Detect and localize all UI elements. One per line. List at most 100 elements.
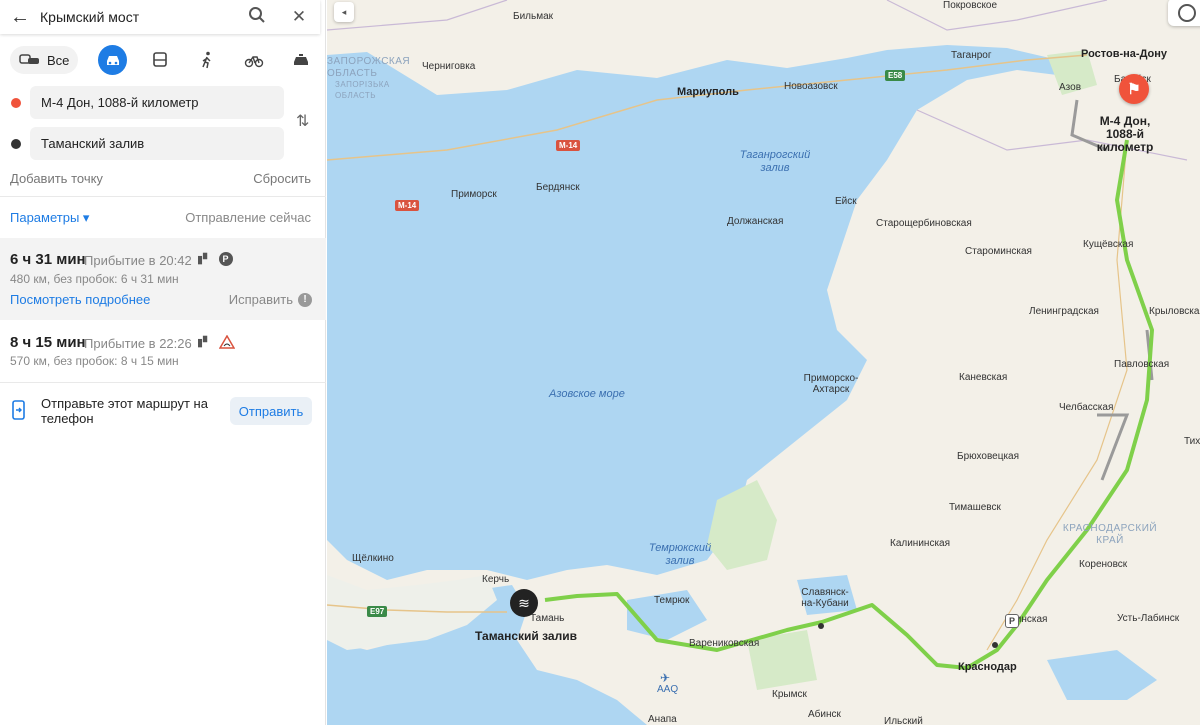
map-label: Приморско-Ахтарск xyxy=(803,373,859,395)
map-canvas[interactable]: ◂ Бильмак Покровское ЗАПОРОЖСКАЯ ОБЛАСТЬ… xyxy=(327,0,1200,725)
mode-bike-button[interactable] xyxy=(239,45,268,75)
divider xyxy=(0,196,326,197)
map-label: Варениковская xyxy=(689,638,760,649)
search-icon[interactable] xyxy=(236,6,278,29)
view-details-link[interactable]: Посмотреть подробнее xyxy=(10,292,150,307)
map-label: Ильский xyxy=(884,716,923,725)
route-point xyxy=(992,642,998,648)
region-label: ЗАПОРІЗЬКА ОБЛАСТЬ xyxy=(335,80,390,100)
transport-modes: Все xyxy=(10,45,315,75)
map-label: Ростов-на-Дону xyxy=(1081,48,1168,60)
swap-points-icon[interactable]: ⇅ xyxy=(296,111,309,131)
map-label: Ленинградская xyxy=(1029,306,1099,317)
reset-link[interactable]: Сбросить xyxy=(253,171,311,186)
mode-car-button[interactable] xyxy=(98,45,128,75)
map-label: Абинск xyxy=(808,709,841,720)
route-duration: 8 ч 15 мин xyxy=(10,334,86,351)
parking-map-icon[interactable]: P xyxy=(1005,614,1019,628)
map-label: Крымск xyxy=(772,689,807,700)
map-label: Крыловская xyxy=(1149,306,1200,317)
search-input[interactable]: Крымский мост xyxy=(40,9,236,25)
road-shield: M-14 xyxy=(556,140,581,151)
water-label: Азовское море xyxy=(549,388,625,400)
map-label: Каневская xyxy=(959,372,1008,383)
map-label: Челбасская xyxy=(1059,402,1114,413)
route-duration: 6 ч 31 мин xyxy=(10,251,86,268)
send-to-phone-text: Отправьте этот маршрут на телефон xyxy=(41,396,208,426)
mode-walk-button[interactable] xyxy=(192,45,221,75)
map-label: Приморск xyxy=(451,189,497,200)
pedestrian-icon xyxy=(202,51,211,69)
route-arrival: Прибытие в 20:42 xyxy=(84,253,192,268)
phone-icon xyxy=(12,400,25,420)
map-label: Кореновск xyxy=(1079,559,1128,570)
route-icons: ▮▘ xyxy=(197,335,235,349)
region-label: КРАСНОДАРСКИЙ КРАЙ xyxy=(1062,523,1158,546)
send-button[interactable]: Отправить xyxy=(230,397,312,425)
send-to-phone-row: Отправьте этот маршрут на телефон Отправ… xyxy=(0,394,326,430)
map-label: Бердянск xyxy=(536,182,580,193)
airport-icon[interactable]: ✈ xyxy=(660,671,670,685)
destination-bay-pin-icon[interactable]: ≋ xyxy=(510,589,538,617)
report-issue-label: Исправить xyxy=(228,292,293,307)
road-shield: E58 xyxy=(885,70,906,81)
search-bar: ← Крымский мост ✕ xyxy=(0,0,320,34)
route-point xyxy=(818,623,824,629)
map-label: Кущёвская xyxy=(1083,239,1134,250)
departure-time[interactable]: Отправление сейчас xyxy=(185,210,311,225)
bicycle-icon xyxy=(244,56,263,68)
end-dot-icon xyxy=(11,139,21,149)
exclamation-icon: ! xyxy=(298,292,312,307)
warning-road-icon xyxy=(218,335,235,349)
map-label: Калининская xyxy=(890,538,951,549)
map-label-origin: М-4 Дон, 1088-й километр xyxy=(1096,114,1154,154)
map-label: Анапа xyxy=(648,714,677,725)
map-label: Мариуполь xyxy=(677,86,739,98)
map-label: Тамань xyxy=(530,613,565,624)
collapse-panel-button[interactable]: ◂ xyxy=(334,2,354,22)
add-point-link[interactable]: Добавить точку xyxy=(10,171,103,186)
toll-gate-icon: ▮▘ xyxy=(197,253,212,266)
region-border xyxy=(327,0,508,31)
map-label: Старощербиновская xyxy=(876,218,972,229)
origin-pin-icon[interactable]: ⚑ xyxy=(1119,74,1149,104)
map-label: Брюховецкая xyxy=(957,451,1020,462)
bus-icon xyxy=(152,52,167,67)
route-option-2[interactable]: 8 ч 15 мин Прибытие в 22:26 ▮▘ 570 км, б… xyxy=(0,320,326,382)
params-dropdown[interactable]: Параметры ▾ xyxy=(10,210,89,226)
back-arrow-icon[interactable]: ← xyxy=(0,6,40,29)
route-details: 570 км, без пробок: 8 ч 15 мин xyxy=(10,354,179,368)
to-field[interactable]: Таманский залив xyxy=(30,127,284,160)
mode-bus-button[interactable] xyxy=(145,45,174,75)
map-label: Усть-Лабинск xyxy=(1117,613,1180,624)
airport-code: AAQ xyxy=(657,684,679,695)
mode-taxi-button[interactable] xyxy=(286,45,315,75)
from-field[interactable]: М-4 Дон, 1088-й километр xyxy=(30,86,284,119)
map-label: Новоазовск xyxy=(784,81,838,92)
azov-sea xyxy=(327,45,1087,580)
mode-all-button[interactable]: Все xyxy=(10,46,79,74)
map-label: Покровское xyxy=(943,0,998,11)
parking-icon: P xyxy=(218,252,233,266)
water-label: Темрюкский залив xyxy=(648,542,712,567)
report-issue-link[interactable]: Исправить ! xyxy=(229,292,312,307)
route-option-1[interactable]: 6 ч 31 мин Прибытие в 20:42 ▮▘ P 480 км,… xyxy=(0,238,326,320)
route-details: 480 км, без пробок: 6 ч 31 мин xyxy=(10,272,179,286)
layers-button[interactable] xyxy=(1168,0,1200,26)
map-label: Азов xyxy=(1059,82,1082,93)
toll-gate-icon: ▮▘ xyxy=(197,336,212,349)
map-label: Павловская xyxy=(1114,359,1170,370)
close-icon[interactable]: ✕ xyxy=(278,7,320,27)
route-icons: ▮▘ P xyxy=(197,252,233,266)
map-label: Щёлкино xyxy=(352,553,394,564)
map-label: Ейск xyxy=(835,196,857,207)
map-label: Темрюк xyxy=(654,595,690,606)
multi-transport-icon xyxy=(19,54,39,64)
start-dot-icon xyxy=(11,98,21,108)
map-label: Краснодар xyxy=(958,661,1017,673)
car-icon xyxy=(106,56,119,65)
road-shield: E97 xyxy=(367,606,388,617)
route-sidebar: ← Крымский мост ✕ Все М-4 Дон, 1088-й ки… xyxy=(0,0,326,725)
taxi-icon xyxy=(293,54,308,65)
map-label-destination: Таманский залив xyxy=(475,629,577,643)
